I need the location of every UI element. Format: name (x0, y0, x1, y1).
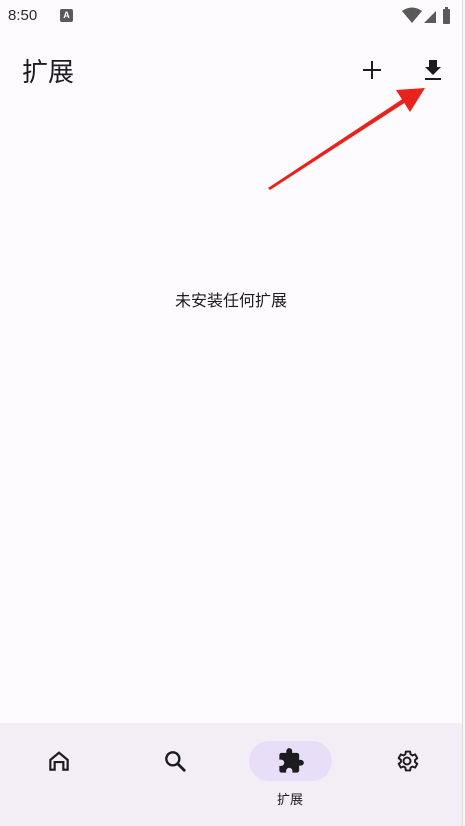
battery-icon (443, 7, 450, 24)
status-icons (400, 6, 456, 26)
annotation-arrow (268, 88, 425, 190)
download-icon (425, 60, 441, 80)
empty-state-message: 未安装任何扩展 (174, 291, 287, 310)
gear-icon (397, 750, 418, 772)
bottom-navigation: 扩展 (0, 723, 462, 826)
nav-item-home[interactable] (16, 741, 100, 811)
signal-icon (424, 11, 436, 23)
extensions-screen: 8:50 A 扩展 未安装任何扩展 扩展 (0, 0, 462, 826)
nav-indicator (17, 741, 100, 781)
notification-app-icon: A (60, 9, 73, 22)
nav-indicator (365, 741, 448, 781)
home-icon (48, 751, 69, 771)
puzzle-icon (278, 748, 304, 773)
page-title: 扩展 (22, 58, 75, 88)
add-icon (363, 61, 381, 79)
nav-item-search[interactable] (132, 741, 216, 811)
nav-indicator (133, 741, 216, 781)
status-bar: 8:50 A (0, 0, 462, 32)
wifi-icon (402, 7, 422, 23)
search-icon (164, 751, 186, 772)
status-time: 8:50 (8, 7, 38, 24)
nav-label-extensions: 扩展 (276, 793, 303, 808)
nav-active-indicator (249, 741, 332, 781)
nav-item-settings[interactable] (364, 741, 448, 811)
nav-item-extensions[interactable]: 扩展 (248, 741, 332, 811)
